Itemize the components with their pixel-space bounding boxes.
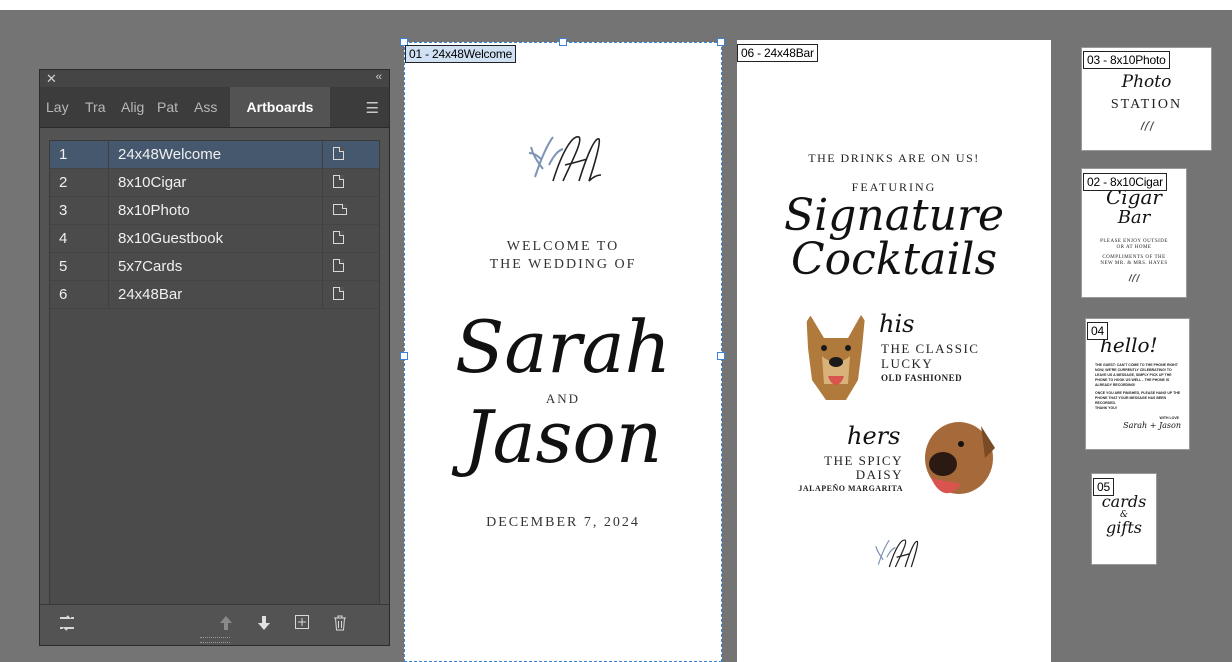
tab-transform[interactable]: Tra (85, 87, 112, 127)
resize-handle[interactable] (717, 38, 725, 46)
groom-name: Jason (463, 395, 663, 479)
artboard-row[interactable]: 1 24x48Welcome (50, 141, 379, 169)
artboard-label[interactable]: 02 - 8x10Cigar (1083, 173, 1167, 191)
artboard-name[interactable]: 8x10Photo (118, 197, 190, 224)
guestbook-para1: THE GUEST: CAN'T COME TO THE PHONE RIGHT… (1095, 363, 1178, 387)
drinks-line: THE DRINKS ARE ON US! (808, 151, 980, 165)
drink2-sub: JALAPEÑO MARGARITA (798, 484, 903, 493)
portrait-artboard-icon[interactable] (333, 147, 344, 160)
artboard-number: 2 (59, 174, 68, 191)
guestbook-para2: ONCE YOU ARE FINISHED, PLEASE HANG UP TH… (1095, 391, 1181, 405)
artboard-number: 6 (59, 286, 68, 303)
drink1-sub: OLD FASHIONED (881, 373, 963, 383)
artboard-name[interactable]: 5x7Cards (118, 253, 182, 280)
cocktails-script: Cocktails (790, 234, 998, 285)
bride-name: Sarah (455, 305, 671, 389)
artboard-label[interactable]: 03 - 8x10Photo (1083, 51, 1170, 69)
his-script: his (879, 310, 915, 338)
double-chevron-icon[interactable]: ‹‹ (376, 71, 382, 83)
landscape-artboard-icon[interactable] (333, 204, 347, 215)
tab-artboards[interactable]: Artboards (230, 87, 330, 127)
cigar-line4: NEW MR. & MRS. HAYES (1100, 261, 1168, 266)
guestbook-withlove: WITH LOVE (1159, 416, 1179, 420)
hers-script: hers (847, 422, 901, 450)
portrait-artboard-icon[interactable] (333, 287, 344, 300)
close-icon[interactable]: ✕ (46, 71, 57, 87)
tab-pathfinder[interactable]: Pat (157, 87, 185, 127)
portrait-artboard-icon[interactable] (333, 175, 344, 188)
monogram-icon (875, 539, 919, 568)
delete-icon[interactable] (332, 614, 348, 637)
artboard-number: 4 (59, 230, 68, 247)
artboard-name[interactable]: 24x48Welcome (118, 141, 221, 168)
monogram-icon (1128, 273, 1141, 283)
hamburger-icon[interactable]: ☰ (366, 99, 379, 117)
artboard-name[interactable]: 8x10Guestbook (118, 225, 223, 252)
rearrange-icon[interactable] (58, 614, 76, 637)
panel-tabs: Lay Tra Alig Pat Ass Artboards ☰ (40, 87, 389, 128)
move-down-icon[interactable] (256, 614, 272, 637)
drink2-line2: DAISY (855, 467, 903, 482)
artboard-name[interactable]: 24x48Bar (118, 281, 182, 308)
panel-title-bar[interactable]: ✕ ‹‹ (40, 70, 389, 87)
portrait-artboard-icon[interactable] (333, 231, 344, 244)
artboard-label[interactable]: 06 - 24x48Bar (737, 44, 818, 62)
dog-photo-2 (925, 422, 995, 494)
panel-bottom-toolbar (40, 604, 389, 645)
artboard-row[interactable]: 3 8x10Photo (50, 197, 379, 225)
dog-photo-1 (806, 306, 866, 400)
drink1-line2: LUCKY (881, 356, 934, 371)
cigar-line1: PLEASE ENJOY OUTSIDE (1100, 239, 1168, 244)
artboards-panel: ✕ ‹‹ Lay Tra Alig Pat Ass Artboards ☰ 1 … (39, 69, 390, 646)
station-text: STATION (1110, 97, 1183, 112)
artboard-welcome[interactable]: WELCOME TO THE WEDDING OF Sarah AND Jaso… (400, 38, 725, 662)
artboard-list: 1 24x48Welcome 2 8x10Cigar 3 8x10Photo 4… (49, 140, 380, 605)
tab-align[interactable]: Alig (121, 87, 149, 127)
portrait-artboard-icon[interactable] (333, 259, 344, 272)
artboard-number: 5 (59, 258, 68, 275)
artboard-label[interactable]: 04 (1087, 322, 1108, 340)
tab-asset-export[interactable]: Ass (194, 87, 225, 127)
artboard-number: 1 (59, 146, 68, 163)
move-up-icon[interactable] (218, 614, 234, 637)
guestbook-signature: Sarah + Jason (1123, 421, 1181, 430)
drink1-line1: THE CLASSIC (881, 341, 980, 356)
guestbook-thanks: THANK YOU! (1095, 406, 1117, 410)
cigar-line2: OR AT HOME (1116, 245, 1152, 250)
artboard-bar[interactable]: THE DRINKS ARE ON US! FEATURING Signatur… (737, 40, 1051, 662)
artboard-label[interactable]: 01 - 24x48Welcome (405, 45, 517, 63)
artboard-row[interactable]: 6 24x48Bar (50, 281, 379, 309)
artboard-row[interactable]: 5 5x7Cards (50, 253, 379, 281)
bar-script: Bar (1117, 207, 1151, 228)
cigar-line3: COMPLIMENTS OF THE (1102, 255, 1166, 260)
resize-handle[interactable] (559, 38, 567, 46)
canvas-top-edge (0, 0, 1232, 10)
photo-script: Photo (1121, 72, 1172, 92)
artboard-number: 3 (59, 202, 68, 219)
hello-script: hello! (1100, 333, 1158, 357)
new-artboard-icon[interactable] (294, 614, 310, 635)
monogram-icon (528, 136, 602, 182)
wedding-date: DECEMBER 7, 2024 (486, 515, 640, 530)
resize-grip-icon[interactable] (200, 637, 230, 643)
artboard-name[interactable]: 8x10Cigar (118, 169, 186, 196)
tab-layers[interactable]: Lay (46, 87, 78, 127)
gifts-script: gifts (1106, 518, 1142, 537)
artboard-row[interactable]: 2 8x10Cigar (50, 169, 379, 197)
artboard-label[interactable]: 05 (1093, 478, 1114, 496)
welcome-line-2: THE WEDDING OF (489, 257, 637, 272)
artboard-row[interactable]: 4 8x10Guestbook (50, 225, 379, 253)
welcome-line-1: WELCOME TO (506, 239, 620, 254)
monogram-icon (1140, 121, 1155, 131)
